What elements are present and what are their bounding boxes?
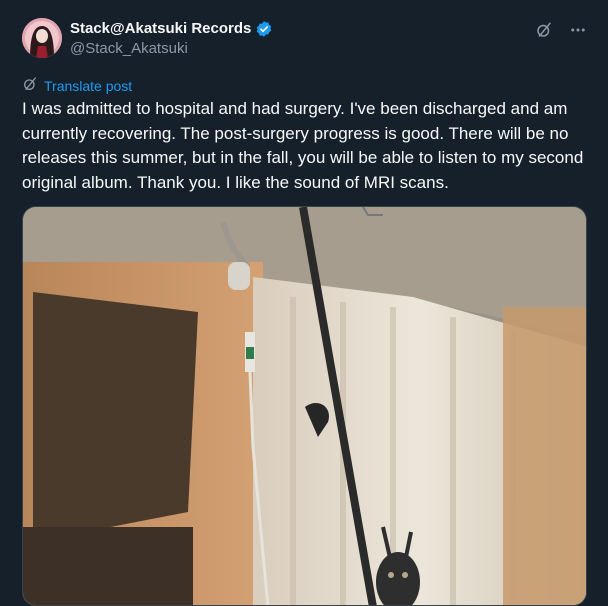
post-image[interactable] — [22, 206, 587, 606]
post-card: Stack@Akatsuki Records @Stack_Akatsuki T… — [0, 0, 608, 606]
author-handle[interactable]: @Stack_Akatsuki — [70, 40, 188, 58]
author-name-row[interactable]: Stack@Akatsuki Records — [70, 20, 273, 38]
more-icon[interactable] — [568, 20, 588, 40]
author-display-name[interactable]: Stack@Akatsuki Records — [70, 20, 251, 38]
translate-icon — [22, 76, 38, 96]
verified-badge-icon — [255, 20, 273, 38]
post-text: I was admitted to hospital and had surge… — [22, 99, 584, 192]
translate-label: Translate post — [44, 78, 133, 94]
translate-post-link[interactable]: Translate post — [22, 76, 132, 96]
post-actions-top — [534, 20, 588, 40]
grok-icon[interactable] — [534, 20, 554, 40]
avatar[interactable] — [22, 18, 62, 58]
